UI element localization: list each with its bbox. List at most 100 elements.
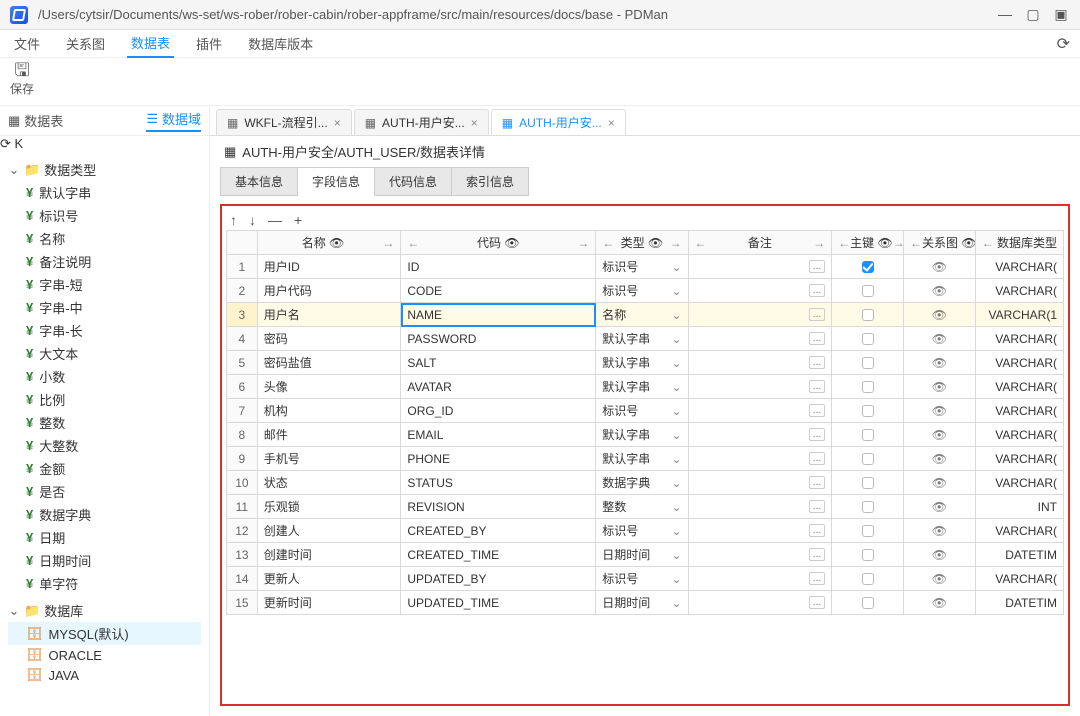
table-row[interactable]: 5密码盐值SALT默认字串⌄...👁VARCHAR(	[227, 351, 1064, 375]
tree-item-datatype[interactable]: ¥名称	[8, 227, 201, 250]
checkbox[interactable]	[862, 477, 874, 489]
cell-relation[interactable]: 👁	[903, 303, 975, 327]
table-row[interactable]: 6头像AVATAR默认字串⌄...👁VARCHAR(	[227, 375, 1064, 399]
subtab[interactable]: 代码信息	[375, 167, 452, 196]
cell-type[interactable]: 默认字串⌄	[596, 447, 688, 471]
close-icon[interactable]: ×	[608, 116, 615, 130]
tree-item-datatype[interactable]: ¥是否	[8, 480, 201, 503]
cell-relation[interactable]: 👁	[903, 495, 975, 519]
tree-item-datatype[interactable]: ¥大整数	[8, 434, 201, 457]
more-button[interactable]: ...	[809, 380, 825, 393]
more-button[interactable]: ...	[809, 284, 825, 297]
cell-pk[interactable]	[832, 567, 904, 591]
table-row[interactable]: 2用户代码CODE标识号⌄...👁VARCHAR(	[227, 279, 1064, 303]
close-icon[interactable]: ×	[471, 116, 478, 130]
more-button[interactable]: ...	[809, 476, 825, 489]
cell-type[interactable]: 标识号⌄	[596, 519, 688, 543]
menu-datatable[interactable]: 数据表	[127, 29, 174, 58]
cell-code[interactable]: UPDATED_BY	[401, 567, 596, 591]
sidebar-tab-datatable[interactable]: ▦ 数据表	[8, 111, 63, 130]
cell-name[interactable]: 密码盐值	[257, 351, 401, 375]
cell-remark[interactable]: ...	[688, 591, 832, 615]
sidebar-tab-datadomain[interactable]: ☰ 数据域	[146, 109, 201, 132]
checkbox[interactable]	[862, 309, 874, 321]
cell-relation[interactable]: 👁	[903, 279, 975, 303]
table-row[interactable]: 3用户名NAME名称⌄...👁VARCHAR(1	[227, 303, 1064, 327]
cell-pk[interactable]	[832, 423, 904, 447]
more-button[interactable]: ...	[809, 356, 825, 369]
cell-name[interactable]: 创建人	[257, 519, 401, 543]
more-button[interactable]: ...	[809, 308, 825, 321]
checkbox[interactable]	[862, 597, 874, 609]
cell-relation[interactable]: 👁	[903, 591, 975, 615]
cell-remark[interactable]: ...	[688, 303, 832, 327]
cell-type[interactable]: 默认字串⌄	[596, 375, 688, 399]
cell-pk[interactable]	[832, 591, 904, 615]
cell-name[interactable]: 用户代码	[257, 279, 401, 303]
cell-pk[interactable]	[832, 255, 904, 279]
cell-code[interactable]: ID	[401, 255, 596, 279]
cell-remark[interactable]: ...	[688, 327, 832, 351]
table-row[interactable]: 4密码PASSWORD默认字串⌄...👁VARCHAR(	[227, 327, 1064, 351]
cell-pk[interactable]	[832, 303, 904, 327]
tree-item-database[interactable]: 🗄MYSQL(默认)	[8, 622, 201, 645]
editor-tab[interactable]: ▦AUTH-用户安...×	[491, 109, 626, 135]
tree-item-datatype[interactable]: ¥备注说明	[8, 250, 201, 273]
table-row[interactable]: 15更新时间UPDATED_TIME日期时间⌄...👁DATETIM	[227, 591, 1064, 615]
subtab[interactable]: 字段信息	[298, 167, 375, 196]
cell-name[interactable]: 用户ID	[257, 255, 401, 279]
cell-relation[interactable]: 👁	[903, 375, 975, 399]
more-button[interactable]: ...	[809, 260, 825, 273]
cell-remark[interactable]: ...	[688, 543, 832, 567]
cell-remark[interactable]: ...	[688, 447, 832, 471]
table-row[interactable]: 1用户IDID标识号⌄...👁VARCHAR(	[227, 255, 1064, 279]
window-close-button[interactable]: ▣	[1052, 6, 1070, 23]
tree-item-datatype[interactable]: ¥字串-长	[8, 319, 201, 342]
cell-code[interactable]: STATUS	[401, 471, 596, 495]
refresh-icon[interactable]: ⟳	[1057, 34, 1070, 54]
more-button[interactable]: ...	[809, 548, 825, 561]
move-down-button[interactable]: ↓	[249, 212, 256, 228]
table-row[interactable]: 7机构ORG_ID标识号⌄...👁VARCHAR(	[227, 399, 1064, 423]
window-maximize-button[interactable]: ▢	[1024, 6, 1042, 23]
cell-remark[interactable]: ...	[688, 399, 832, 423]
cell-type[interactable]: 标识号⌄	[596, 399, 688, 423]
col-name[interactable]: 名称 👁→	[257, 231, 401, 255]
cell-code[interactable]: AVATAR	[401, 375, 596, 399]
cell-code[interactable]: REVISION	[401, 495, 596, 519]
menu-file[interactable]: 文件	[10, 30, 44, 57]
cell-code[interactable]: PHONE	[401, 447, 596, 471]
cell-relation[interactable]: 👁	[903, 519, 975, 543]
cell-name[interactable]: 创建时间	[257, 543, 401, 567]
tree-item-database[interactable]: 🗄JAVA	[8, 665, 201, 685]
col-relation[interactable]: ←关系图 👁→	[903, 231, 975, 255]
cell-code[interactable]: NAME	[401, 303, 596, 327]
tree-item-datatype[interactable]: ¥日期时间	[8, 549, 201, 572]
cell-relation[interactable]: 👁	[903, 255, 975, 279]
cell-type[interactable]: 名称⌄	[596, 303, 688, 327]
tree-item-datatype[interactable]: ¥比例	[8, 388, 201, 411]
checkbox[interactable]	[862, 549, 874, 561]
tree-item-datatype[interactable]: ¥默认字串	[8, 181, 201, 204]
cell-remark[interactable]: ...	[688, 351, 832, 375]
cell-type[interactable]: 标识号⌄	[596, 279, 688, 303]
more-button[interactable]: ...	[809, 428, 825, 441]
editor-tab[interactable]: ▦WKFL-流程引...×	[216, 109, 352, 135]
window-minimize-button[interactable]: —	[996, 6, 1014, 23]
more-button[interactable]: ...	[809, 524, 825, 537]
cell-remark[interactable]: ...	[688, 495, 832, 519]
subtab[interactable]: 索引信息	[452, 167, 529, 196]
tree-item-datatype[interactable]: ¥单字符	[8, 572, 201, 595]
cell-code[interactable]: EMAIL	[401, 423, 596, 447]
cell-relation[interactable]: 👁	[903, 447, 975, 471]
cell-remark[interactable]: ...	[688, 255, 832, 279]
menu-relation[interactable]: 关系图	[62, 30, 109, 57]
cell-pk[interactable]	[832, 447, 904, 471]
close-icon[interactable]: ×	[334, 116, 341, 130]
cell-relation[interactable]: 👁	[903, 423, 975, 447]
editor-tab[interactable]: ▦AUTH-用户安...×	[354, 109, 489, 135]
cell-type[interactable]: 数据字典⌄	[596, 471, 688, 495]
sidebar-refresh-icon[interactable]: ⟳	[0, 136, 11, 151]
cell-pk[interactable]	[832, 327, 904, 351]
cell-code[interactable]: UPDATED_TIME	[401, 591, 596, 615]
